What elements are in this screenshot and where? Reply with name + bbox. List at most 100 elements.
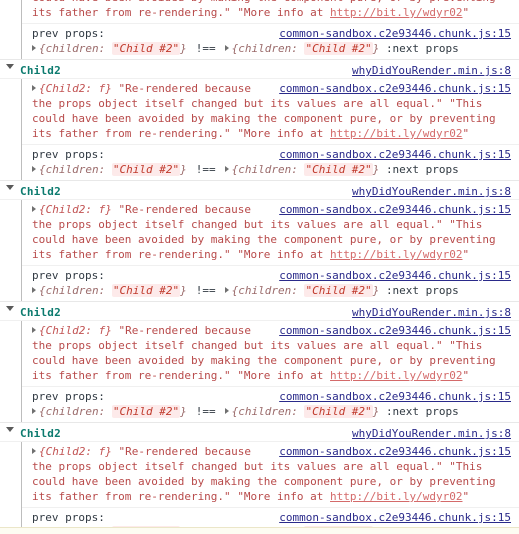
- next-props-object[interactable]: {children: "Child #2"}: [232, 284, 379, 297]
- console-warning-message: common-sandbox.c2e93446.chunk.js:15{Chil…: [22, 0, 519, 23]
- next-props-object[interactable]: {children: "Child #2"}: [232, 163, 380, 176]
- source-link[interactable]: whyDidYouRender.min.js:8: [352, 426, 511, 441]
- next-props-value: "Child #2": [304, 163, 373, 176]
- console-group: Child2whyDidYouRender.min.js:8common-san…: [0, 422, 519, 534]
- props-diff-line: {children: "Child #2"} !== {children: "Chi…: [32, 404, 511, 419]
- disclosure-triangle-icon[interactable]: [32, 448, 36, 454]
- console-group-body: common-sandbox.c2e93446.chunk.js:15 {Chil…: [0, 0, 519, 59]
- prev-props-close: }: [180, 42, 187, 55]
- disclosure-triangle-icon[interactable]: [32, 206, 36, 212]
- console-warning-message: common-sandbox.c2e93446.chunk.js:15 {Chil…: [22, 442, 519, 507]
- disclosure-triangle-icon[interactable]: [224, 45, 229, 51]
- disclosure-triangle-icon[interactable]: [32, 45, 36, 51]
- warning-more-info-suffix: ": [462, 127, 470, 140]
- disclosure-triangle-icon[interactable]: [32, 166, 36, 172]
- source-link[interactable]: common-sandbox.c2e93446.chunk.js:15: [279, 81, 511, 96]
- prev-props-object[interactable]: {children: "Child #2"}: [39, 405, 187, 418]
- object-reference[interactable]: {Child2: f}: [39, 324, 112, 337]
- prev-props-object[interactable]: {children: "Child #2"}: [39, 163, 187, 176]
- object-reference[interactable]: {Child2: f}: [39, 82, 112, 95]
- source-link[interactable]: whyDidYouRender.min.js:8: [352, 305, 511, 320]
- source-link[interactable]: common-sandbox.c2e93446.chunk.js:15: [279, 323, 511, 338]
- console-group: Child2whyDidYouRender.min.js:8 common-san…: [0, 59, 519, 180]
- warning-more-info-suffix: ": [462, 369, 470, 382]
- warning-more-info-prefix: "More info at: [237, 127, 331, 140]
- next-props-close: }: [372, 42, 380, 55]
- source-link[interactable]: whyDidYouRender.min.js:8: [352, 63, 511, 78]
- warning-more-info-prefix: "More info at: [237, 6, 331, 19]
- warning-more-info-prefix: "More info at: [237, 248, 331, 261]
- console-group-header[interactable]: Child2 whyDidYouRender.min.js:8: [0, 180, 519, 200]
- source-link[interactable]: common-sandbox.c2e93446.chunk.js:15: [279, 444, 511, 459]
- object-reference[interactable]: {Child2: f}: [39, 203, 112, 216]
- warning-text: {Child2: f} "Re-rendered because the pro…: [32, 0, 496, 19]
- source-link[interactable]: common-sandbox.c2e93446.chunk.js:15: [279, 510, 511, 525]
- console-props-message: common-sandbox.c2e93446.chunk.js:15 prev …: [22, 144, 519, 180]
- more-info-link[interactable]: http://bit.ly/wdyr02: [330, 6, 462, 19]
- next-props-label: :next props: [385, 163, 459, 176]
- console-bottom-strip: [0, 527, 519, 534]
- console-props-message: common-sandbox.c2e93446.chunk.js:15 prev …: [22, 386, 519, 422]
- console-group: Child2 whyDidYouRender.min.js:8 common-san…: [0, 301, 519, 422]
- prev-props-object[interactable]: {children: "Child #2"}: [39, 42, 187, 55]
- warning-more-info-suffix: ": [462, 490, 470, 503]
- prev-props-value: "Child #2": [111, 405, 181, 418]
- prev-props-object[interactable]: {children: "Child #2"}: [39, 284, 187, 297]
- props-diff-line: {children: "Child #2"} !== {children: "Chi…: [32, 283, 511, 298]
- source-link[interactable]: common-sandbox.c2e93446.chunk.js:15: [279, 389, 511, 404]
- more-info-link[interactable]: http://bit.ly/wdyr02: [330, 248, 462, 261]
- console-group-header[interactable]: Child2 whyDidYouRender.min.js:8: [0, 59, 519, 79]
- prev-props-close: }: [180, 163, 187, 176]
- console-group: Child2 whyDidYouRender.min.js:8 common-san…: [0, 180, 519, 301]
- next-props-label: :next props: [385, 284, 459, 297]
- prev-props-open: {children:: [39, 42, 112, 55]
- more-info-link[interactable]: http://bit.ly/wdyr02: [330, 127, 462, 140]
- prev-props-value: "Child #2": [111, 284, 181, 297]
- source-link[interactable]: common-sandbox.c2e93446.chunk.js:15: [279, 268, 511, 283]
- prev-props-open: {children:: [39, 284, 112, 297]
- props-diff-line: {children: "Child #2"} !== {children: "Chi…: [32, 162, 511, 177]
- next-props-label: :next props: [385, 405, 459, 418]
- console-group-title: Child2: [20, 427, 61, 440]
- chevron-down-icon[interactable]: [6, 64, 14, 69]
- next-props-close: }: [372, 405, 380, 418]
- not-equal-operator: !==: [195, 284, 216, 297]
- disclosure-triangle-icon[interactable]: [32, 408, 36, 414]
- prev-props-close: }: [180, 405, 187, 418]
- next-props-label: :next props: [385, 42, 459, 55]
- disclosure-triangle-icon[interactable]: [32, 287, 36, 293]
- source-link[interactable]: common-sandbox.c2e93446.chunk.js:15: [279, 202, 511, 217]
- next-props-value: "Child #2": [304, 284, 373, 297]
- disclosure-triangle-icon[interactable]: [32, 85, 36, 91]
- next-props-open: {children:: [231, 42, 305, 55]
- console-panel[interactable]: Child2 whyDidYouRender.min.js:8 common-san…: [0, 0, 519, 534]
- console-group-header[interactable]: Child2 whyDidYouRender.min.js:8: [0, 301, 519, 321]
- next-props-object[interactable]: {children: "Child #2"}: [232, 405, 380, 418]
- source-link[interactable]: common-sandbox.c2e93446.chunk.js:15: [279, 26, 511, 41]
- console-group-title: Child2: [20, 306, 61, 319]
- source-link[interactable]: whyDidYouRender.min.js:8: [352, 184, 511, 199]
- prev-props-open: {children:: [39, 405, 112, 418]
- warning-more-info-suffix: ": [462, 6, 470, 19]
- prev-props-value: "Child #2": [111, 163, 181, 176]
- disclosure-triangle-icon[interactable]: [32, 327, 36, 333]
- more-info-link[interactable]: http://bit.ly/wdyr02: [330, 490, 462, 503]
- console-props-message: common-sandbox.c2e93446.chunk.js:15 prev …: [22, 23, 519, 59]
- prev-props-open: {children:: [39, 163, 112, 176]
- next-props-close: }: [372, 163, 380, 176]
- chevron-down-icon[interactable]: [6, 427, 14, 432]
- chevron-down-icon[interactable]: [6, 185, 14, 190]
- object-reference[interactable]: {Child2: f}: [39, 445, 112, 458]
- disclosure-triangle-icon[interactable]: [224, 287, 229, 293]
- console-props-message: common-sandbox.c2e93446.chunk.js:15 prev …: [22, 265, 519, 301]
- chevron-down-icon[interactable]: [6, 306, 14, 311]
- warning-more-info-prefix: "More info at: [237, 490, 331, 503]
- next-props-object[interactable]: {children: "Child #2"}: [231, 42, 380, 55]
- more-info-link[interactable]: http://bit.ly/wdyr02: [330, 369, 462, 382]
- disclosure-triangle-icon[interactable]: [224, 408, 229, 414]
- console-group-title: Child2: [20, 185, 61, 198]
- console-group-header[interactable]: Child2 whyDidYouRender.min.js:8: [0, 422, 519, 442]
- next-props-value: "Child #2": [304, 405, 373, 418]
- disclosure-triangle-icon[interactable]: [224, 166, 229, 172]
- source-link[interactable]: common-sandbox.c2e93446.chunk.js:15: [279, 147, 511, 162]
